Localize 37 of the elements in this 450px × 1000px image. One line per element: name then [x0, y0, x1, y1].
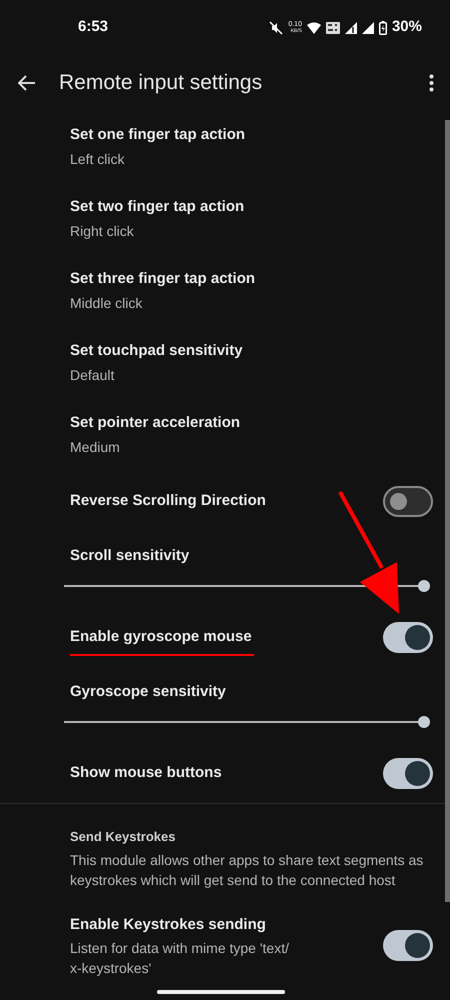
volte-icon [326, 22, 340, 34]
setting-title[interactable]: Enable gyroscope mouse [70, 626, 252, 648]
setting-title[interactable]: Show mouse buttons [70, 762, 222, 784]
setting-title[interactable]: Set two finger tap action [70, 196, 430, 219]
setting-value: Default [70, 366, 116, 385]
setting-value: Middle click [70, 294, 144, 313]
mute-icon [269, 20, 284, 34]
setting-title: Gyroscope sensitivity [70, 682, 227, 702]
battery-percent: 30% [392, 17, 422, 38]
status-time: 6:53 [78, 17, 108, 38]
battery-icon [378, 20, 387, 34]
setting-title[interactable]: Enable Keystrokes sending [70, 914, 266, 936]
back-arrow-icon[interactable] [18, 75, 36, 91]
setting-title[interactable]: Set touchpad sensitivity [70, 340, 430, 363]
setting-summary: Listen for data with mime type 'text/ x-keystrokes' [70, 939, 290, 978]
setting-value: Right click [70, 222, 135, 241]
setting-value: Left click [70, 150, 126, 169]
more-options-icon[interactable] [429, 74, 434, 92]
setting-title[interactable]: Set three finger tap action [70, 268, 430, 291]
setting-value: Medium [70, 438, 121, 457]
setting-title[interactable]: Set pointer acceleration [70, 412, 430, 435]
toggle-switch[interactable] [383, 622, 433, 652]
setting-title: Scroll sensitivity [70, 546, 190, 566]
section-description: This module allows other apps to share text segments as keystrokes which will get send to the connected host [70, 850, 424, 890]
setting-title[interactable]: Reverse Scrolling Direction [70, 490, 266, 512]
toggle-switch[interactable] [383, 930, 433, 962]
signal-icon [362, 22, 374, 34]
screen-title: Remote input settings [59, 70, 262, 96]
setting-title[interactable]: Set one finger tap action [70, 124, 430, 147]
slider[interactable] [64, 716, 430, 728]
signal-icon [344, 22, 357, 34]
wifi-icon [306, 22, 321, 34]
slider-thumb[interactable] [418, 716, 430, 728]
section-header: Send Keystrokes [70, 828, 176, 846]
slider-thumb[interactable] [418, 580, 430, 592]
toggle-switch[interactable] [383, 758, 433, 788]
toggle-switch[interactable] [383, 486, 433, 516]
